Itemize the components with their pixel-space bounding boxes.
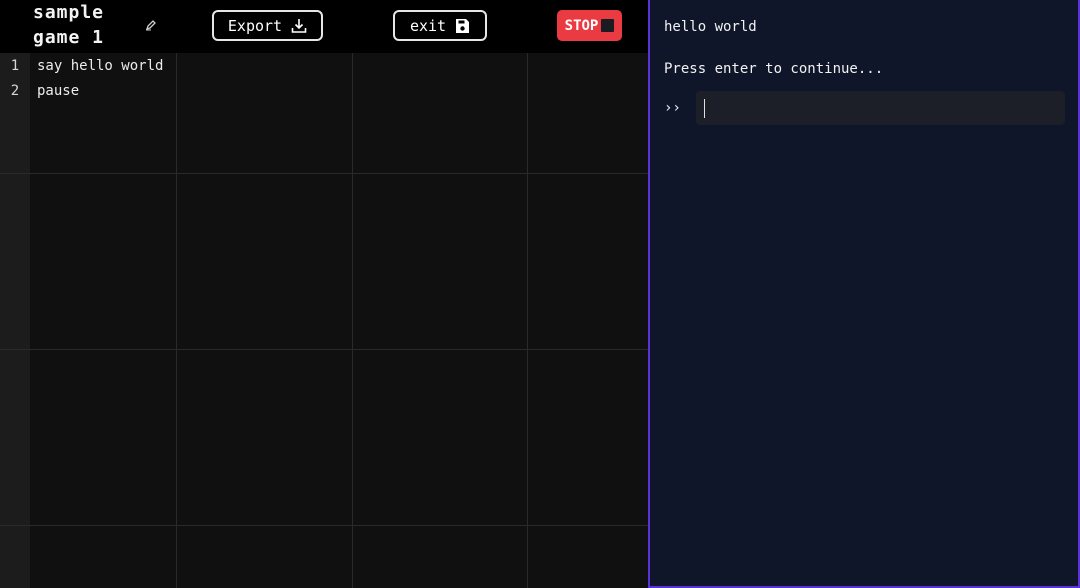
console-input[interactable] — [696, 91, 1065, 125]
stop-button-label: STOP — [564, 17, 599, 34]
grid-column-divider — [176, 53, 177, 588]
grid-column-divider — [527, 53, 528, 588]
code-line[interactable]: say hello world — [37, 54, 163, 78]
save-icon — [456, 18, 470, 33]
export-button-label: Export — [227, 16, 283, 35]
game-title: sample game 1 — [33, 2, 116, 48]
console-output-line: hello world — [664, 19, 757, 35]
code-editor[interactable]: 1 say hello world 2 pause — [0, 53, 648, 588]
export-button[interactable]: Export — [212, 10, 323, 41]
grid-column-divider — [352, 53, 353, 588]
text-caret — [704, 99, 705, 118]
stop-square-icon — [601, 19, 615, 32]
grid-row-divider — [0, 173, 648, 174]
exit-button[interactable]: exit — [393, 10, 487, 41]
prompt-symbol: ›› — [664, 100, 681, 116]
toolbar: sample game 1 Export exit STOP — [0, 0, 648, 53]
grid-row-divider — [0, 525, 648, 526]
line-number: 2 — [10, 83, 20, 99]
line-number-gutter — [0, 53, 30, 588]
download-icon — [291, 18, 307, 33]
code-line[interactable]: pause — [37, 79, 79, 103]
console-output-line: Press enter to continue... — [664, 61, 884, 77]
exit-button-label: exit — [409, 16, 447, 35]
pencil-icon[interactable] — [145, 19, 157, 31]
console-panel: hello world Press enter to continue... ›… — [648, 0, 1080, 588]
grid-row-divider — [0, 349, 648, 350]
stop-button[interactable]: STOP — [557, 10, 622, 41]
line-number: 1 — [10, 58, 20, 74]
